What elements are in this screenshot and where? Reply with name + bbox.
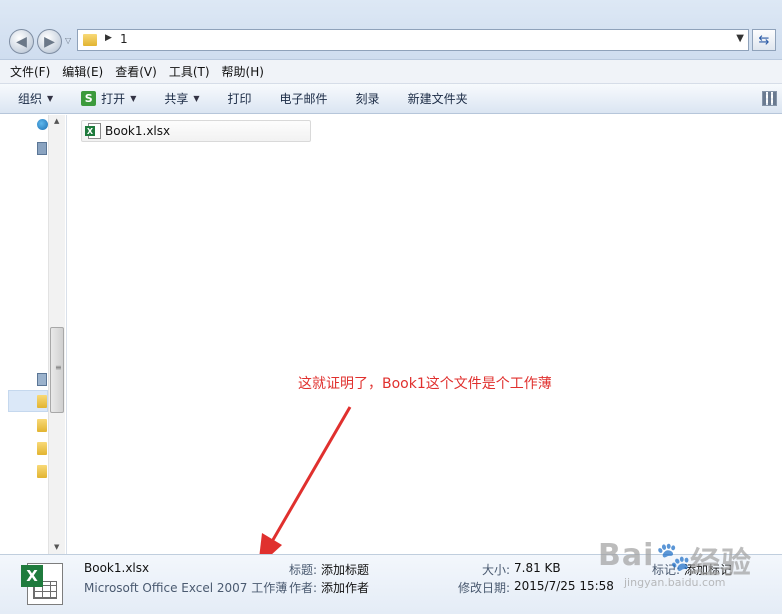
scroll-thumb[interactable]: ≡ <box>50 327 64 413</box>
scroll-up-icon[interactable]: ▲ <box>54 117 59 125</box>
folder-icon[interactable] <box>37 442 47 455</box>
author-value[interactable]: 添加作者 <box>321 579 369 596</box>
folder-icon <box>83 34 97 46</box>
watermark-brand: Bai <box>598 538 655 573</box>
excel-file-icon: X <box>17 561 65 607</box>
breadcrumb-chevron-icon[interactable]: ▶ <box>105 33 112 43</box>
arrow-left-icon: ◀ <box>16 33 27 50</box>
share-label: 共享 <box>164 92 189 106</box>
file-name: Book1.xlsx <box>105 124 171 138</box>
folder-icon[interactable] <box>37 419 47 432</box>
dropdown-caret-icon: ▼ <box>130 94 137 103</box>
annotation-text: 这就证明了，Book1这个文件是个工作薄 <box>298 376 552 392</box>
size-value: 7.81 KB <box>514 561 561 575</box>
navigation-pane: ▲ ≡ ▼ <box>0 115 67 554</box>
menu-help[interactable]: 帮助(H) <box>222 63 264 80</box>
refresh-icon: ⇆ <box>758 32 770 48</box>
new-folder-button[interactable]: 新建文件夹 <box>408 90 468 107</box>
forward-button[interactable]: ▶ <box>37 29 62 54</box>
menu-bar: 文件(F) 编辑(E) 查看(V) 工具(T) 帮助(H) <box>0 60 782 84</box>
open-button[interactable]: S 打开 ▼ <box>81 90 136 107</box>
file-list: X Book1.xlsx 这就证明了，Book1这个文件是个工作薄 <box>68 115 782 567</box>
folder-icon[interactable] <box>37 395 47 408</box>
grip-icon: ≡ <box>55 363 62 372</box>
arrow-right-icon: ▶ <box>44 33 55 50</box>
author-label: 作者: <box>289 581 318 595</box>
dropdown-caret-icon: ▼ <box>193 94 200 103</box>
title-label: 标题: <box>289 563 318 577</box>
scroll-down-icon[interactable]: ▼ <box>54 543 59 551</box>
watermark: Bai 🐾 经验 jingyan.baidu.com <box>578 530 778 600</box>
organize-label: 组织 <box>18 92 43 106</box>
menu-view[interactable]: 查看(V) <box>115 63 157 80</box>
annotation-arrow <box>258 406 352 567</box>
back-button[interactable]: ◀ <box>9 29 34 54</box>
modified-label: 修改日期: <box>458 581 511 595</box>
email-button[interactable]: 电子邮件 <box>280 90 328 107</box>
address-toolbar: ◀ ▶ ▽ ▶ 1 ▼ ⇆ <box>0 0 782 60</box>
menu-tools[interactable]: 工具(T) <box>169 63 210 80</box>
network-icon[interactable] <box>37 142 47 155</box>
print-button[interactable]: 打印 <box>228 90 252 107</box>
file-item[interactable]: X Book1.xlsx <box>81 120 311 142</box>
excel-app-icon: S <box>81 91 97 106</box>
dropdown-caret-icon: ▼ <box>47 94 54 103</box>
breadcrumb-current[interactable]: 1 <box>120 32 128 46</box>
size-label: 大小: <box>482 563 511 577</box>
watermark-url: jingyan.baidu.com <box>624 576 726 589</box>
nav-scrollbar[interactable]: ▲ ≡ ▼ <box>48 115 65 554</box>
organize-button[interactable]: 组织 ▼ <box>18 90 53 107</box>
recent-pages-dropdown[interactable]: ▽ <box>65 36 71 45</box>
folder-icon[interactable] <box>37 465 47 478</box>
paw-logo-icon: 🐾 <box>656 540 691 573</box>
view-options-icon[interactable] <box>762 91 777 106</box>
burn-button[interactable]: 刻录 <box>356 90 380 107</box>
refresh-button[interactable]: ⇆ <box>752 29 776 51</box>
excel-file-icon: X <box>85 123 101 139</box>
computer-icon[interactable] <box>37 373 47 386</box>
address-bar[interactable]: ▶ 1 ▼ <box>77 29 749 51</box>
detail-file-name: Book1.xlsx <box>84 561 150 575</box>
command-bar: 组织 ▼ S 打开 ▼ 共享 ▼ 打印 电子邮件 刻录 新建文件夹 <box>0 84 782 114</box>
share-button[interactable]: 共享 ▼ <box>164 90 199 107</box>
open-label: 打开 <box>101 92 126 106</box>
menu-edit[interactable]: 编辑(E) <box>62 63 103 80</box>
title-value[interactable]: 添加标题 <box>321 561 369 578</box>
globe-icon[interactable] <box>37 119 48 130</box>
detail-file-type: Microsoft Office Excel 2007 工作薄 <box>84 581 288 595</box>
menu-file[interactable]: 文件(F) <box>10 63 50 80</box>
address-dropdown-icon[interactable]: ▼ <box>736 33 744 44</box>
